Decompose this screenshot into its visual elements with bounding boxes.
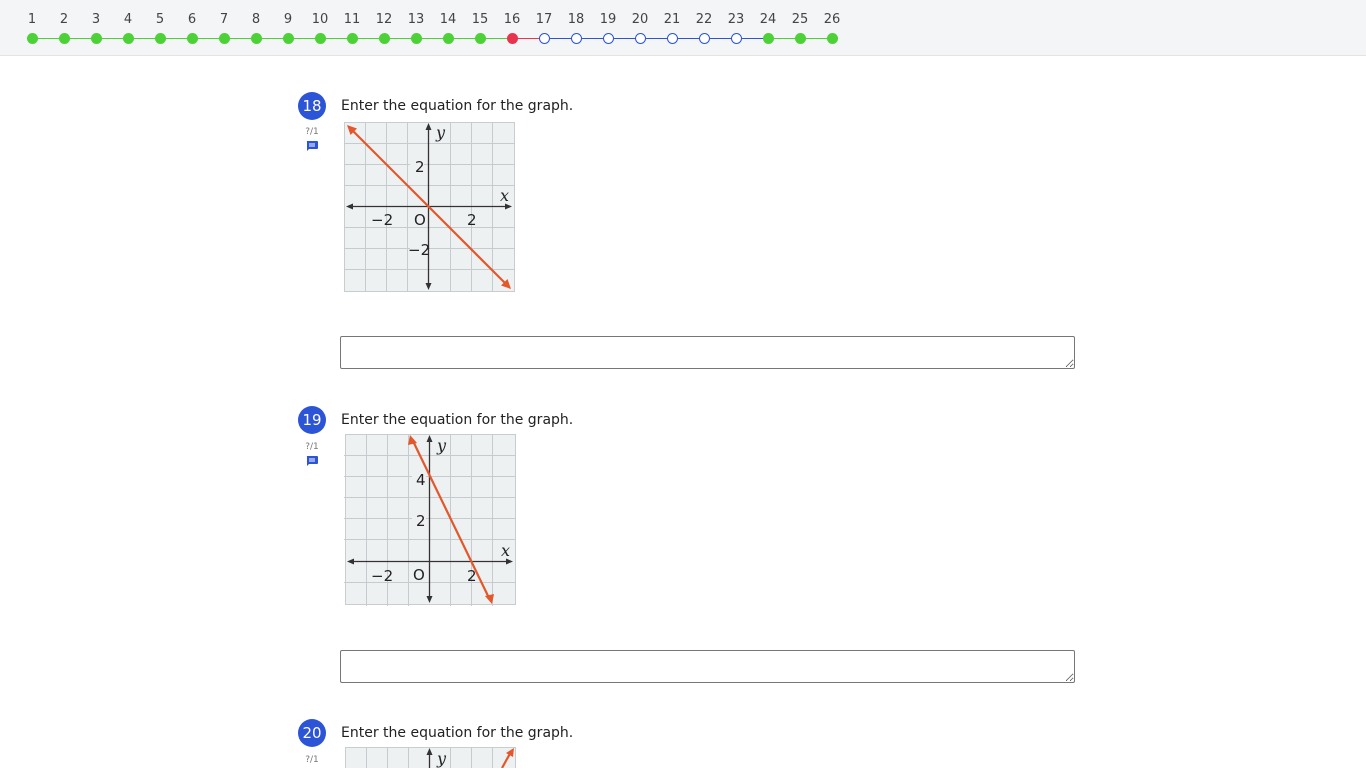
nav-question-dot[interactable] — [154, 33, 166, 44]
nav-question-number[interactable]: 17 — [529, 12, 559, 27]
origin-label: O — [414, 211, 426, 229]
nav-question-dot[interactable] — [474, 33, 486, 44]
nav-question-number[interactable]: 3 — [81, 12, 111, 27]
nav-question-dot[interactable] — [90, 33, 102, 44]
nav-question-number[interactable]: 14 — [433, 12, 463, 27]
nav-question-dot[interactable] — [314, 33, 326, 44]
question-score: ?/1 — [305, 755, 319, 765]
nav-question-number[interactable]: 8 — [241, 12, 271, 27]
comment-icon[interactable] — [306, 456, 318, 466]
nav-question-number[interactable]: 4 — [113, 12, 143, 27]
nav-question-dot[interactable] — [538, 33, 550, 44]
nav-question-number[interactable]: 5 — [145, 12, 175, 27]
nav-question-dot[interactable] — [186, 33, 198, 44]
y-axis-label: y — [436, 436, 447, 455]
tick-label: 2 — [415, 158, 425, 176]
nav-question-dot[interactable] — [26, 33, 38, 44]
nav-question-number[interactable]: 6 — [177, 12, 207, 27]
tick-label: −2 — [371, 567, 393, 585]
nav-question-dot[interactable] — [794, 33, 806, 44]
nav-question-number[interactable]: 7 — [209, 12, 239, 27]
nav-question-dot[interactable] — [634, 33, 646, 44]
nav-question-number[interactable]: 13 — [401, 12, 431, 27]
question-prompt: Enter the equation for the graph. — [341, 725, 574, 741]
nav-question-dot[interactable] — [698, 33, 710, 44]
graph-q20: y — [345, 747, 516, 768]
tick-label: −2 — [371, 211, 393, 229]
nav-question-number[interactable]: 2 — [49, 12, 79, 27]
nav-question-dot[interactable] — [762, 33, 774, 44]
question-navigator: 1 2 3 4 5 6 7 8 9 10 11 12 13 14 15 16 17 18 19 20 21 22 23 24 2… — [0, 0, 1366, 56]
nav-question-dot[interactable] — [602, 33, 614, 44]
nav-question-dot[interactable] — [442, 33, 454, 44]
x-axis-label: x — [500, 186, 509, 205]
nav-question-number[interactable]: 16 — [497, 12, 527, 27]
nav-question-number[interactable]: 19 — [593, 12, 623, 27]
answer-input[interactable] — [340, 336, 1075, 369]
nav-question-dot[interactable] — [250, 33, 262, 44]
nav-question-dot[interactable] — [506, 33, 518, 44]
graph-q18: y x 2 −2 O 2 −2 — [344, 122, 515, 292]
nav-question-dot[interactable] — [570, 33, 582, 44]
tick-label: 2 — [467, 211, 477, 229]
nav-question-number[interactable]: 26 — [817, 12, 847, 27]
nav-question-dot[interactable] — [218, 33, 230, 44]
tick-label: 2 — [467, 567, 477, 585]
nav-question-number[interactable]: 24 — [753, 12, 783, 27]
nav-question-dot[interactable] — [346, 33, 358, 44]
tick-label: 2 — [416, 512, 426, 530]
x-axis-label: x — [501, 541, 510, 560]
question-prompt: Enter the equation for the graph. — [341, 412, 574, 428]
nav-question-dot[interactable] — [58, 33, 70, 44]
nav-question-number[interactable]: 15 — [465, 12, 495, 27]
nav-question-number[interactable]: 1 — [17, 12, 47, 27]
nav-question-number[interactable]: 25 — [785, 12, 815, 27]
question-prompt: Enter the equation for the graph. — [341, 98, 574, 114]
nav-question-number[interactable]: 11 — [337, 12, 367, 27]
question-number-badge: 20 — [298, 719, 326, 747]
nav-question-dot[interactable] — [378, 33, 390, 44]
nav-question-number[interactable]: 21 — [657, 12, 687, 27]
question-number-badge: 18 — [298, 92, 326, 120]
origin-label: O — [413, 566, 425, 584]
answer-input[interactable] — [340, 650, 1075, 683]
nav-question-number[interactable]: 22 — [689, 12, 719, 27]
nav-question-dot[interactable] — [730, 33, 742, 44]
tick-label: 4 — [416, 471, 426, 489]
question-score: ?/1 — [305, 442, 319, 452]
nav-question-dot[interactable] — [122, 33, 134, 44]
nav-question-dot[interactable] — [666, 33, 678, 44]
comment-icon[interactable] — [306, 141, 318, 151]
graph-q19: y x 4 2 −2 O 2 — [344, 434, 516, 606]
nav-question-number[interactable]: 18 — [561, 12, 591, 27]
question-number-badge: 19 — [298, 406, 326, 434]
tick-label: −2 — [408, 241, 430, 259]
y-axis-label: y — [435, 123, 446, 142]
y-axis-label: y — [436, 749, 447, 768]
nav-question-number[interactable]: 10 — [305, 12, 335, 27]
nav-question-number[interactable]: 9 — [273, 12, 303, 27]
nav-question-dot[interactable] — [410, 33, 422, 44]
nav-question-number[interactable]: 12 — [369, 12, 399, 27]
nav-question-number[interactable]: 23 — [721, 12, 751, 27]
nav-question-number[interactable]: 20 — [625, 12, 655, 27]
question-score: ?/1 — [305, 127, 319, 137]
nav-question-dot[interactable] — [282, 33, 294, 44]
nav-question-dot[interactable] — [826, 33, 838, 44]
